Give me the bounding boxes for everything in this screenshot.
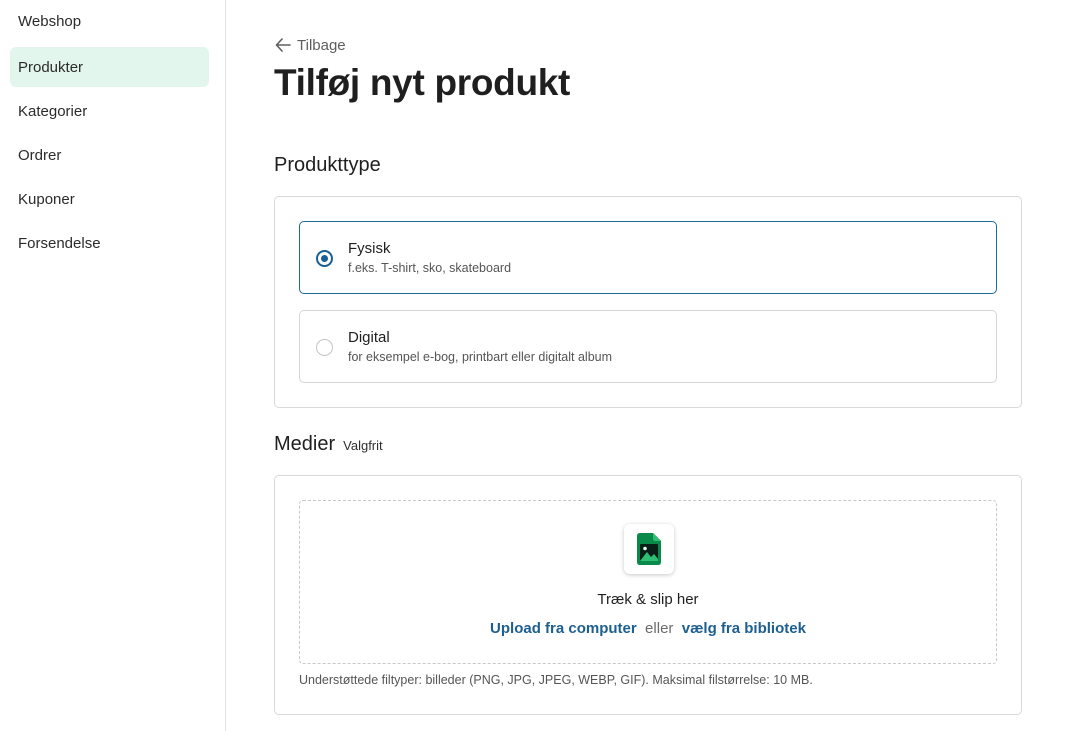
product-type-heading: Produkttype: [274, 154, 381, 177]
supported-filetypes-note: Understøttede filtyper: billeder (PNG, J…: [299, 673, 813, 687]
sidebar-item-label: Forsendelse: [18, 234, 101, 252]
option-title: Fysisk: [348, 240, 391, 257]
dropzone-actions: Upload fra computer eller vælg fra bibli…: [300, 620, 996, 637]
sidebar-item-label: Kuponer: [18, 190, 75, 208]
upload-from-computer-link[interactable]: Upload fra computer: [490, 620, 637, 637]
optional-label: Valgfrit: [343, 438, 383, 453]
sidebar-item-kuponer[interactable]: Kuponer: [10, 179, 209, 219]
sidebar-item-label: Webshop: [18, 12, 82, 30]
arrow-left-icon: [275, 38, 291, 52]
sidebar: Webshop Produkter Kategorier Ordrer Kupo…: [0, 0, 226, 731]
sidebar-item-kategorier[interactable]: Kategorier: [10, 91, 209, 131]
media-card: Træk & slip her Upload fra computer elle…: [274, 475, 1022, 715]
product-type-option-physical[interactable]: Fysisk f.eks. T-shirt, sko, skateboard: [299, 221, 997, 294]
sidebar-item-webshop[interactable]: Webshop: [10, 1, 209, 41]
option-description: f.eks. T-shirt, sko, skateboard: [348, 261, 512, 275]
sidebar-item-produkter[interactable]: Produkter: [10, 47, 209, 87]
main-content: Tilbage Tilføj nyt produkt Produkttype F…: [227, 0, 1084, 731]
product-type-heading-text: Produkttype: [274, 154, 381, 176]
dropzone-title: Træk & slip her: [597, 591, 699, 608]
media-dropzone[interactable]: Træk & slip her Upload fra computer elle…: [299, 500, 997, 664]
page-title: Tilføj nyt produkt: [274, 62, 571, 103]
product-type-card: Fysisk f.eks. T-shirt, sko, skateboard D…: [274, 196, 1022, 408]
back-link[interactable]: Tilbage: [275, 33, 346, 57]
sidebar-item-label: Produkter: [18, 58, 84, 76]
product-type-option-digital[interactable]: Digital for eksempel e-bog, printbart el…: [299, 310, 997, 383]
media-heading-text: Medier: [274, 433, 336, 455]
radio-button-unchecked[interactable]: [316, 339, 333, 356]
sidebar-item-forsendelse[interactable]: Forsendelse: [10, 223, 209, 263]
radio-button-checked[interactable]: [316, 250, 333, 267]
sidebar-item-label: Ordrer: [18, 146, 62, 164]
sidebar-item-label: Kategorier: [18, 102, 88, 120]
option-description: for eksempel e-bog, printbart eller digi…: [348, 350, 613, 364]
or-text: eller: [640, 620, 678, 637]
back-link-label: Tilbage: [297, 36, 346, 54]
image-file-icon: [624, 524, 674, 574]
media-heading: Medier Valgfrit: [274, 433, 383, 456]
choose-from-library-link[interactable]: vælg fra bibliotek: [682, 620, 806, 637]
sidebar-item-ordrer[interactable]: Ordrer: [10, 135, 209, 175]
option-title: Digital: [348, 329, 390, 346]
